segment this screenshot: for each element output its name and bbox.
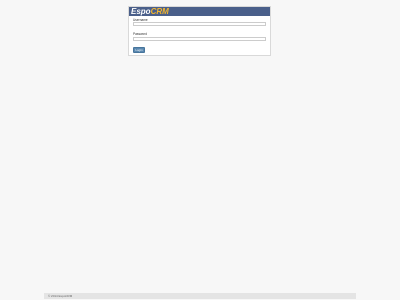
- footer: © 2014 EspoCRM: [44, 293, 356, 299]
- logo-text-espo: Espo: [131, 7, 151, 16]
- login-button[interactable]: Login: [133, 47, 145, 53]
- login-panel: EspoCRM Username Password Login: [128, 6, 271, 56]
- login-panel-header: EspoCRM: [129, 7, 270, 16]
- password-field[interactable]: [133, 37, 266, 41]
- password-label: Password: [133, 32, 147, 36]
- username-field[interactable]: [133, 22, 266, 26]
- logo-text-crm: CRM: [150, 7, 169, 16]
- footer-copyright: © 2014 EspoCRM: [48, 294, 73, 298]
- espocrm-logo: EspoCRM: [131, 7, 169, 16]
